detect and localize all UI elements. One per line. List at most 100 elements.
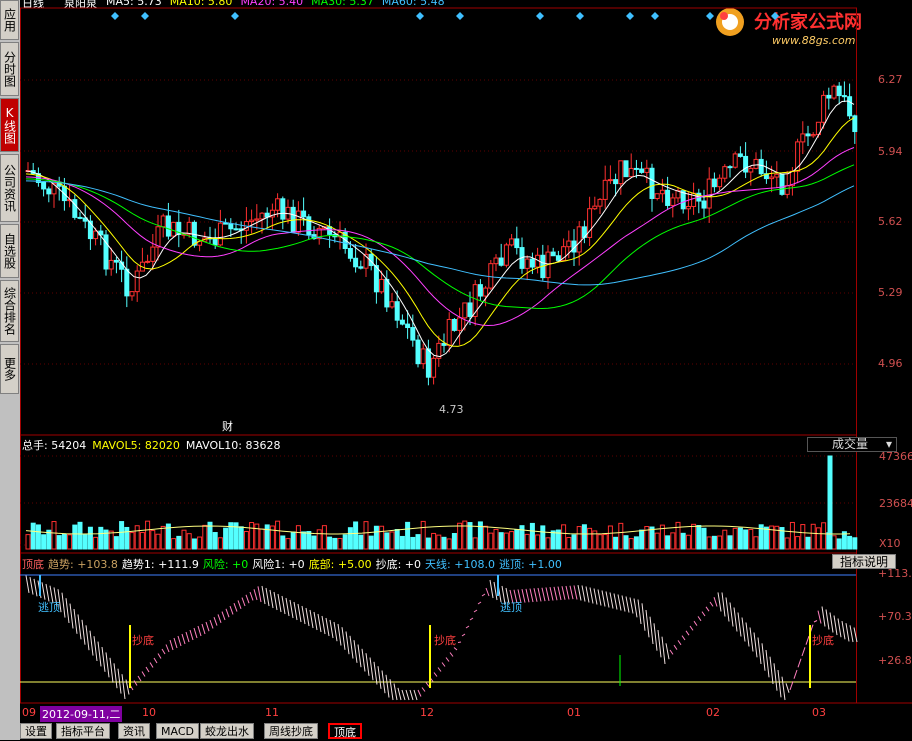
candle-body [431,357,437,378]
indicator-hatch [405,689,410,701]
volume-bar [301,531,307,550]
indicator-hatch [541,587,546,602]
candle-body [113,259,119,263]
indicator-hatch [849,625,854,643]
volume-bar [191,538,197,550]
candle-body [295,210,301,233]
indicator-hatch [205,621,210,632]
candle-body [607,179,613,182]
indicator-hatch [613,593,618,610]
nav-intraday[interactable]: 分时图 [0,42,19,96]
volume-bar [639,529,645,550]
indicator-hatch [337,623,342,646]
indicator-hatch [633,598,638,618]
volume-bar [827,455,833,550]
nav-kline[interactable]: K线图 [0,98,19,152]
legend-item: MAVOL5: 82020 [92,439,180,452]
volume-bar [436,534,442,550]
volume-bar [431,532,437,550]
candle-body [717,177,723,188]
candle-body [774,173,780,178]
indicator-hatch [169,639,174,651]
tab-5[interactable]: 周线抄底 [264,723,318,739]
indicator-hatch [825,609,830,630]
volume-bar [571,534,577,550]
indicator-hatch [301,605,306,625]
indicator-hatch [249,591,254,601]
ma-line [25,100,855,358]
candle-body [93,230,99,240]
candle-body [524,258,530,269]
nav-ranking[interactable]: 综合排名 [0,280,19,342]
indicator-hatch [397,687,402,701]
volume-bar [540,525,546,550]
low-price-label: 4.73 [439,403,464,416]
indicator-hatch [113,663,118,689]
candle-body [103,234,109,270]
tab-4[interactable]: 蛟龙出水 [200,723,254,739]
signal-diamond-icon [706,12,714,20]
indicator-hatch [185,631,190,643]
indicator-hatch [525,588,530,603]
nav-watchlist[interactable]: 自选股 [0,224,19,278]
volume-bar [509,531,515,550]
candle-body [623,160,629,178]
candle-body [670,197,676,206]
indicator-hatch [669,649,674,655]
escape-top-marker: 逃顶 [38,601,60,614]
indicator-hatch [373,661,378,685]
nav-apps[interactable]: 应用 [0,0,19,40]
volume-bar [784,537,790,550]
volume-bar [587,527,593,550]
nav-more[interactable]: 更多 [0,344,19,394]
volume-bar [384,532,390,550]
volume-bar [810,523,816,550]
candle-body [654,193,660,199]
indicator-hatch [653,623,658,651]
tab-2[interactable]: 资讯 [118,723,150,739]
kline-chart[interactable] [20,0,912,740]
tab-6[interactable]: 顶底 [328,723,362,739]
legend-item: 逃顶: +1.00 [498,558,562,571]
volume-bar [295,525,301,550]
indicator-hatch [81,619,86,645]
candle-body [493,257,499,265]
legend-item: 风险1: +0 [252,558,305,571]
volume-bar [332,537,338,550]
indicator-hatch [333,621,338,642]
indicator-hatch [433,672,438,677]
chart-area[interactable]: 日线 泉阳泉 MA5: 5.73 MA10: 5.80 MA20: 5.40 MA30… [20,0,912,740]
indicator-hatch [269,589,274,609]
volume-bar [405,521,411,550]
volume-bar [238,526,244,550]
volume-bar [800,524,806,550]
volume-bar [134,525,140,550]
indicator-hatch [665,643,670,660]
candle-body [836,85,842,97]
indicator-hatch [833,615,838,636]
indicator-hatch [709,601,714,607]
indicator-hatch [177,635,182,647]
candle-body [753,158,759,169]
indicator-hatch [581,585,586,602]
candle-body [108,259,114,270]
candle-body [831,85,837,99]
tab-3[interactable]: MACD [156,723,199,739]
volume-bar [649,526,655,550]
finance-marker[interactable]: 财 [222,418,233,434]
candle-body [477,284,483,297]
nav-company-info[interactable]: 公司资讯 [0,154,19,222]
indicator-hatch [257,586,262,603]
volume-bar [373,525,379,550]
volume-bar [51,521,57,550]
bottom-buy-marker: 抄底 [434,634,456,647]
candle-body [826,94,832,99]
indicator-hatch [229,605,234,615]
volume-bar [61,533,67,550]
indicator-hatch [73,608,78,634]
volume-bar [821,522,827,550]
candle-body [129,291,135,297]
tab-1[interactable]: 指标平台 [56,723,110,739]
indicator-hatch [153,657,158,664]
tab-0[interactable]: 设置 [20,723,52,739]
